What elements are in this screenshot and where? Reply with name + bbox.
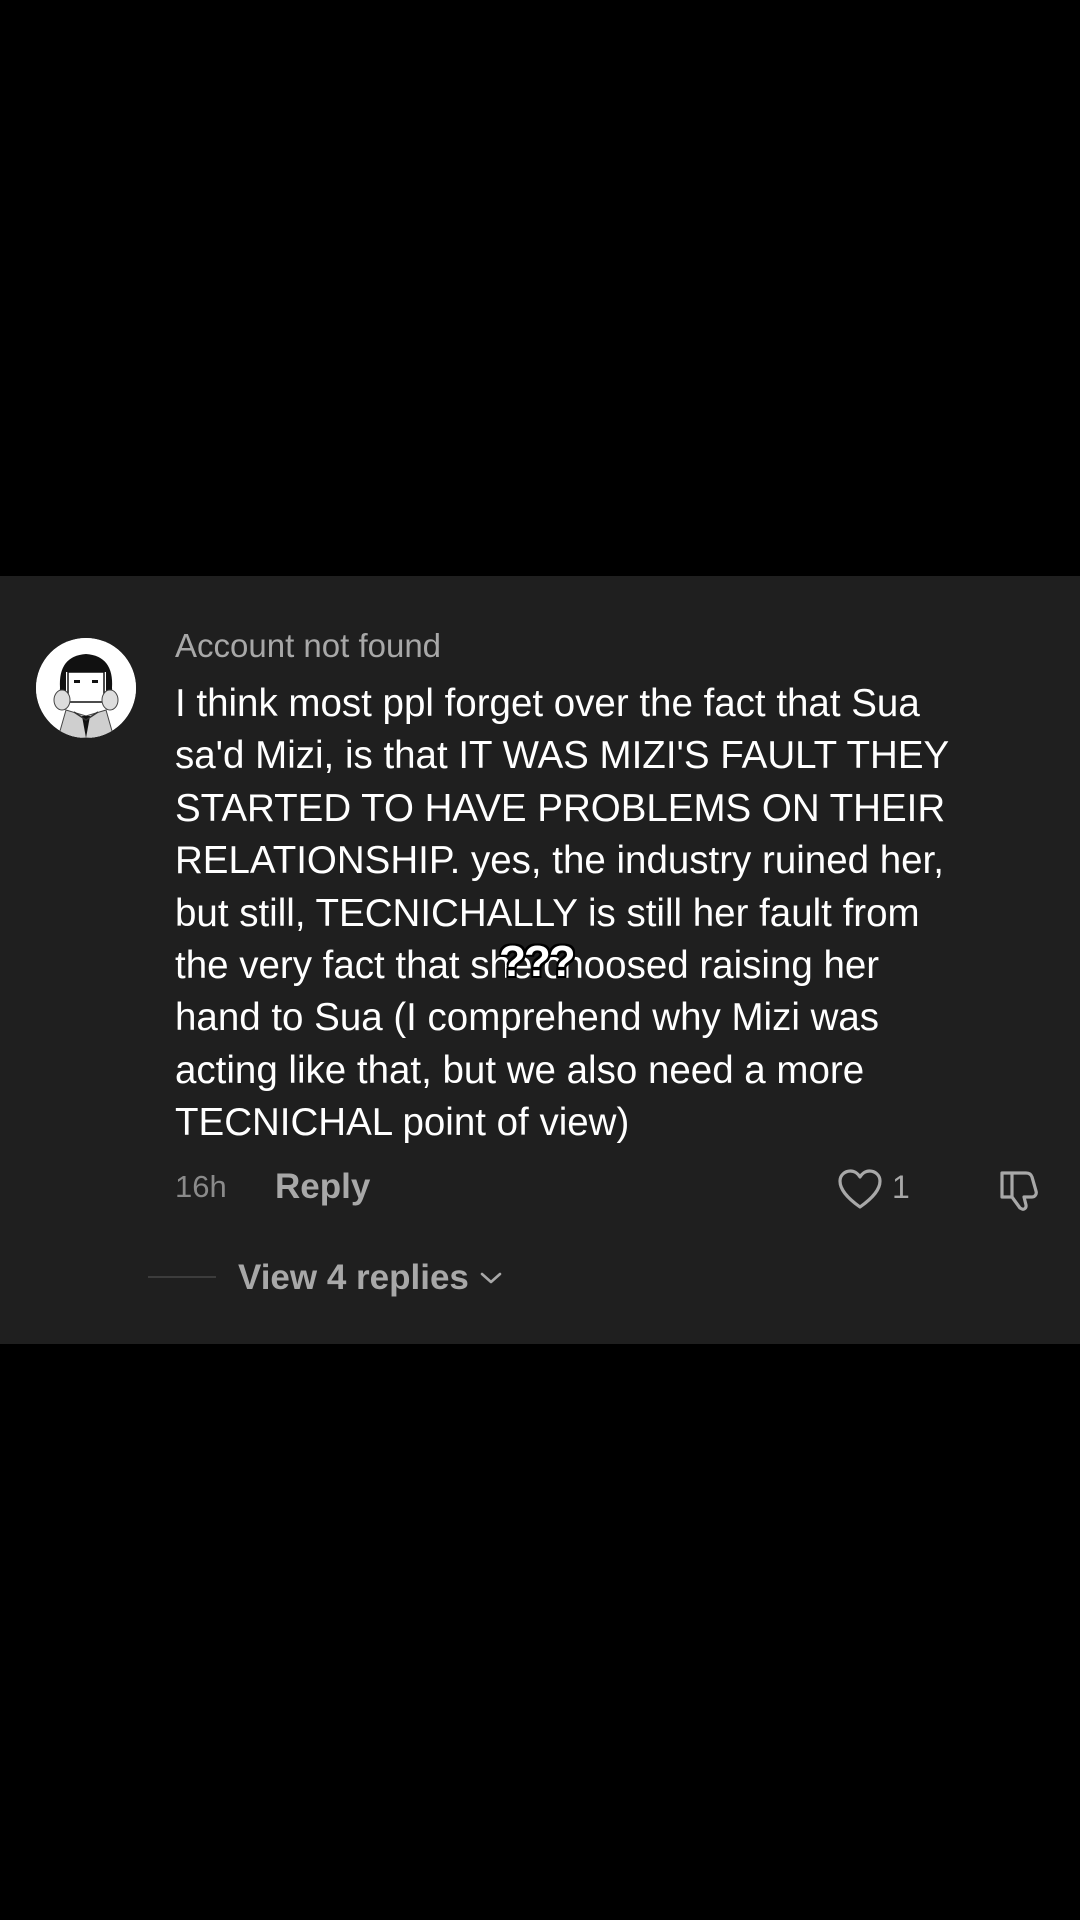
avatar[interactable] xyxy=(36,638,136,738)
comment-timestamp: 16h xyxy=(175,1169,227,1204)
view-replies-label: View 4 replies xyxy=(238,1258,469,1297)
comment-card: Account not found I think most ppl forge… xyxy=(0,576,1080,1344)
replies-divider xyxy=(148,1276,216,1278)
username[interactable]: Account not found xyxy=(175,627,441,665)
comment-text: I think most ppl forget over the fact th… xyxy=(175,682,950,1145)
heart-icon[interactable] xyxy=(836,1167,884,1211)
manga-avatar-icon xyxy=(36,638,136,738)
like-count: 1 xyxy=(892,1169,910,1205)
thumbs-down-icon[interactable] xyxy=(996,1165,1044,1213)
view-replies-button[interactable]: View 4 replies xyxy=(238,1256,503,1300)
chevron-down-icon xyxy=(480,1272,502,1284)
question-marks-sticker: ??? xyxy=(499,937,576,986)
reply-button[interactable]: Reply xyxy=(275,1167,370,1207)
